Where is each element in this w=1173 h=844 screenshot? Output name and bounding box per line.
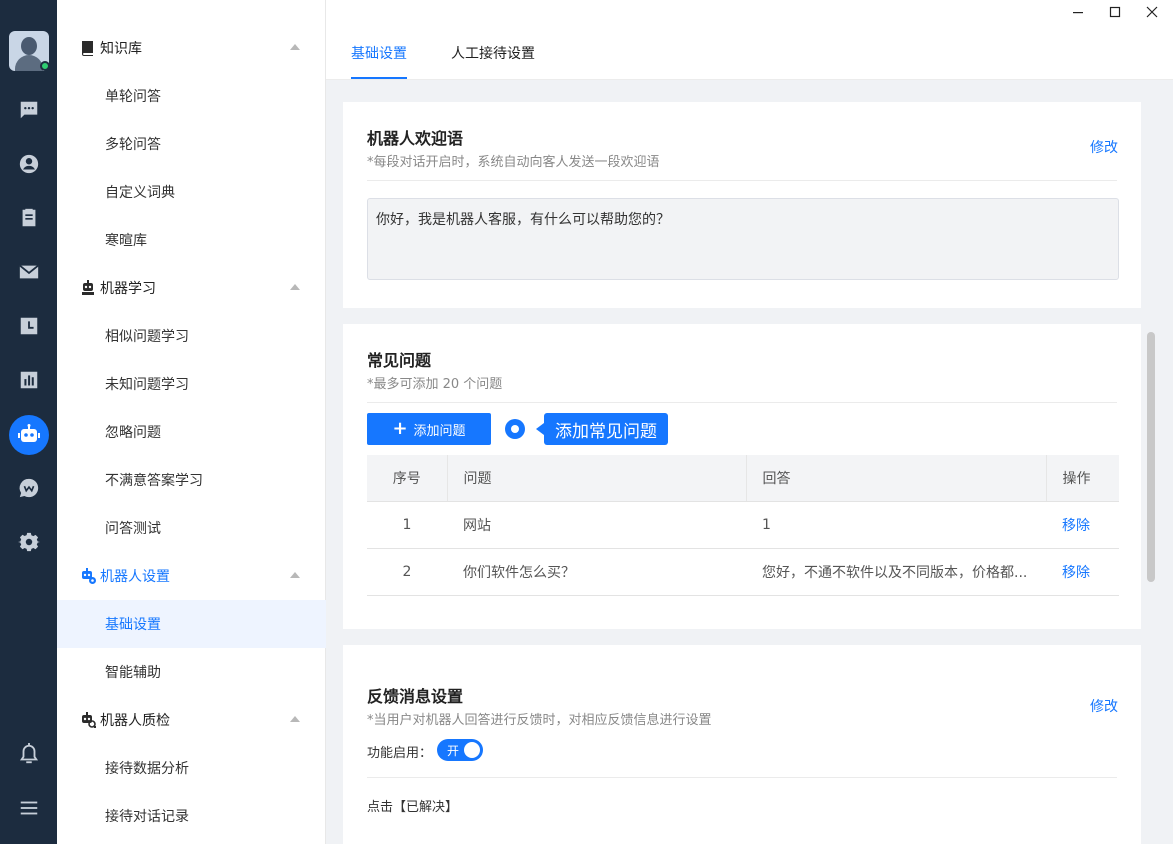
collapse-caret-icon[interactable] (290, 572, 300, 578)
row-index: 2 (367, 548, 447, 596)
faq-table: 序号 问题 回答 操作 1 网站 1 移除 2 你们软件怎么买？ 您好，不通不软… (367, 455, 1119, 596)
nav-group-label: 知识库 (100, 41, 142, 57)
ticket-icon[interactable] (16, 205, 42, 231)
history-icon[interactable] (16, 313, 42, 339)
nav-group-label: 机器人质检 (100, 713, 170, 729)
plus-icon: + (392, 418, 408, 439)
column-header-index: 序号 (367, 455, 448, 502)
divider (367, 402, 1117, 403)
resolved-label: 点击【已解决】 (367, 800, 459, 815)
nav-group-machine-learning[interactable]: 机器学习 (57, 264, 326, 312)
content-scrollbar[interactable] (1147, 332, 1155, 582)
report-icon[interactable] (16, 367, 42, 393)
book-icon (80, 40, 96, 56)
table-row: 1 网站 1 移除 (367, 501, 1119, 549)
nav-item-custom-dictionary[interactable]: 自定义词典 (57, 168, 326, 216)
edit-welcome-button[interactable]: 修改 (1090, 137, 1118, 157)
close-icon[interactable] (1142, 2, 1162, 22)
table-header-row: 序号 问题 回答 操作 (367, 455, 1119, 502)
robot-qc-icon (80, 712, 96, 728)
minimize-icon[interactable] (1068, 2, 1088, 22)
column-header-question: 问题 (447, 455, 747, 502)
divider (367, 180, 1117, 181)
toggle-knob (464, 742, 480, 758)
contact-icon[interactable] (16, 151, 42, 177)
nav-group-label: 机器人设置 (100, 569, 170, 585)
nav-item-reception-conversation-log[interactable]: 接待对话记录 (57, 792, 326, 840)
nav-group-label: 机器学习 (100, 281, 156, 297)
settings-tabs: 基础设置 人工接待设置 (326, 24, 1173, 80)
nav-item-basic-settings[interactable]: 基础设置 (57, 600, 326, 648)
wechat-icon[interactable] (16, 475, 42, 501)
welcome-message-card: 机器人欢迎语 *每段对话开启时，系统自动向客人发送一段欢迎语 修改 你好，我是机… (343, 102, 1141, 308)
window-titlebar (326, 0, 1173, 24)
feedback-settings-card: 反馈消息设置 *当用户对机器人回答进行反馈时，对相应反馈信息进行设置 修改 功能… (343, 645, 1141, 844)
feedback-enable-toggle[interactable]: 开 (437, 739, 483, 761)
edit-feedback-button[interactable]: 修改 (1090, 696, 1118, 716)
nav-item-reception-data-analysis[interactable]: 接待数据分析 (57, 744, 326, 792)
tab-manual-reception-settings[interactable]: 人工接待设置 (451, 43, 535, 63)
faq-card: 常见问题 *最多可添加 20 个问题 + 添加问题 添加常见问题 序号 问题 回… (343, 324, 1141, 629)
nav-item-ignored-questions[interactable]: 忽略问题 (57, 408, 326, 456)
column-header-action: 操作 (1046, 455, 1119, 502)
icon-rail (0, 0, 57, 844)
main-content: 机器人欢迎语 *每段对话开启时，系统自动向客人发送一段欢迎语 修改 你好，我是机… (326, 80, 1146, 844)
card-title: 机器人欢迎语 (367, 129, 464, 148)
nav-item-small-talk[interactable]: 寒暄库 (57, 216, 326, 264)
row-answer: 1 (746, 501, 1046, 549)
nav-item-similar-question-learning[interactable]: 相似问题学习 (57, 312, 326, 360)
collapse-caret-icon[interactable] (290, 284, 300, 290)
column-header-answer: 回答 (746, 455, 1047, 502)
nav-item-unsatisfied-answer-learning[interactable]: 不满意答案学习 (57, 456, 326, 504)
nav-item-unknown-question-learning[interactable]: 未知问题学习 (57, 360, 326, 408)
settings-gear-icon[interactable] (16, 529, 42, 555)
nav-group-robot-quality-check[interactable]: 机器人质检 (57, 696, 326, 744)
menu-icon[interactable] (16, 795, 42, 821)
row-question: 网站 (447, 501, 746, 549)
table-row: 2 你们软件怎么买？ 您好，不通不软件以及不同版本，价格都... 移除 (367, 548, 1119, 596)
nav-group-knowledge-base[interactable]: 知识库 (57, 24, 326, 72)
active-tab-indicator (351, 77, 407, 79)
nav-group-robot-settings[interactable]: 机器人设置 (57, 552, 326, 600)
nav-item-multi-qa[interactable]: 多轮问答 (57, 120, 326, 168)
divider (367, 777, 1117, 778)
enable-label: 功能启用： (367, 746, 433, 761)
welcome-message-box: 你好，我是机器人客服，有什么可以帮助您的？ (367, 198, 1119, 280)
card-subtitle: *最多可添加 20 个问题 (367, 377, 503, 392)
sidebar-nav: 知识库 单轮问答 多轮问答 自定义词典 寒暄库 机器学习 相似问题学习 未知问题… (57, 0, 326, 844)
row-question: 你们软件怎么买？ (447, 548, 746, 596)
robot-settings-icon (80, 568, 96, 584)
nav-item-qa-test[interactable]: 问答测试 (57, 504, 326, 552)
remove-button[interactable]: 移除 (1046, 548, 1119, 596)
add-question-button[interactable]: + 添加问题 (367, 413, 491, 445)
robot-learn-icon (80, 280, 96, 296)
maximize-icon[interactable] (1105, 2, 1125, 22)
nav-item-smart-assist[interactable]: 智能辅助 (57, 648, 326, 696)
robot-icon[interactable] (9, 415, 49, 455)
hint-tooltip: 添加常见问题 (536, 413, 668, 445)
hint-marker-icon (505, 419, 525, 439)
chat-icon[interactable] (16, 97, 42, 123)
tab-basic-settings[interactable]: 基础设置 (351, 43, 407, 63)
collapse-caret-icon[interactable] (290, 44, 300, 50)
row-index: 1 (367, 501, 447, 549)
card-title: 反馈消息设置 (367, 687, 464, 706)
remove-button[interactable]: 移除 (1046, 501, 1119, 549)
mail-icon[interactable] (16, 259, 42, 285)
add-question-label: 添加问题 (413, 423, 466, 439)
card-title: 常见问题 (367, 351, 432, 370)
card-subtitle: *当用户对机器人回答进行反馈时，对相应反馈信息进行设置 (367, 713, 712, 728)
notification-bell-icon[interactable] (16, 741, 42, 767)
card-subtitle: *每段对话开启时，系统自动向客人发送一段欢迎语 (367, 155, 660, 170)
collapse-caret-icon[interactable] (290, 716, 300, 722)
nav-item-single-qa[interactable]: 单轮问答 (57, 72, 326, 120)
online-status-icon (40, 61, 50, 71)
row-answer: 您好，不通不软件以及不同版本，价格都... (746, 548, 1046, 596)
toggle-label: 开 (447, 743, 460, 758)
